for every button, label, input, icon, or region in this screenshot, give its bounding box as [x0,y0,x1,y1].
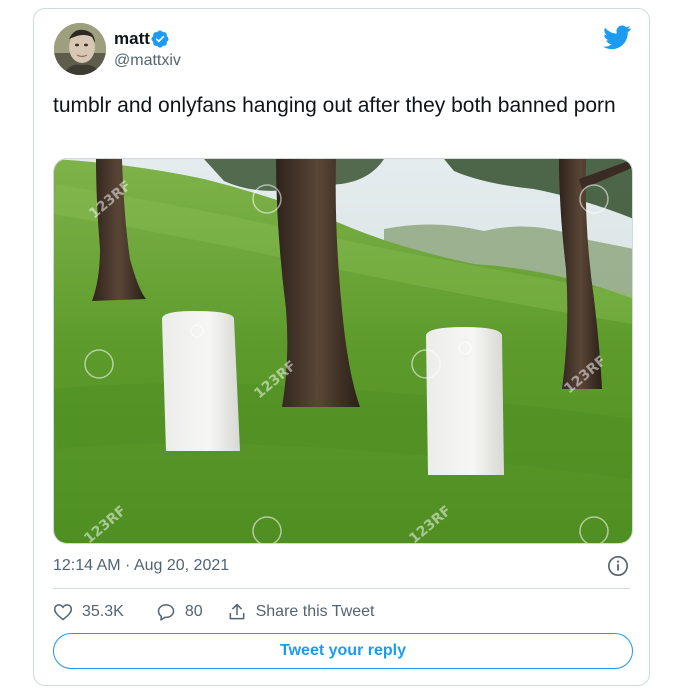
like-button[interactable]: 35.3K [53,602,124,622]
info-icon[interactable] [607,555,629,577]
tweet-timestamp[interactable]: 12:14 AM · Aug 20, 2021 [53,557,229,575]
verified-badge-icon [151,30,169,48]
heart-icon [53,604,73,621]
speech-bubble-icon [157,604,175,621]
tweet-text: tumblr and onlyfans hanging out after th… [53,94,616,117]
display-name[interactable]: matt [114,29,150,49]
handle[interactable]: @mattxiv [114,52,181,70]
tweet-image[interactable]: 123RF 123RF 123RF 123RF 123RF [53,158,633,544]
share-label: Share this Tweet [255,603,375,620]
tweet-reply-button[interactable]: Tweet your reply [53,633,633,669]
divider [53,588,630,589]
like-count: 35.3K [82,603,124,620]
tweet-card: matt @mattxiv tumblr and onlyfans hangin… [33,8,650,686]
share-upload-icon [229,603,245,620]
twitter-bird-icon[interactable] [603,25,631,49]
avatar[interactable] [54,23,106,75]
share-button[interactable]: Share this Tweet [227,602,375,622]
reply-count: 80 [184,603,203,620]
reply-count-button[interactable]: 80 [156,602,203,622]
tweet-actions: 35.3K 80 Share this Tweet [53,600,375,624]
